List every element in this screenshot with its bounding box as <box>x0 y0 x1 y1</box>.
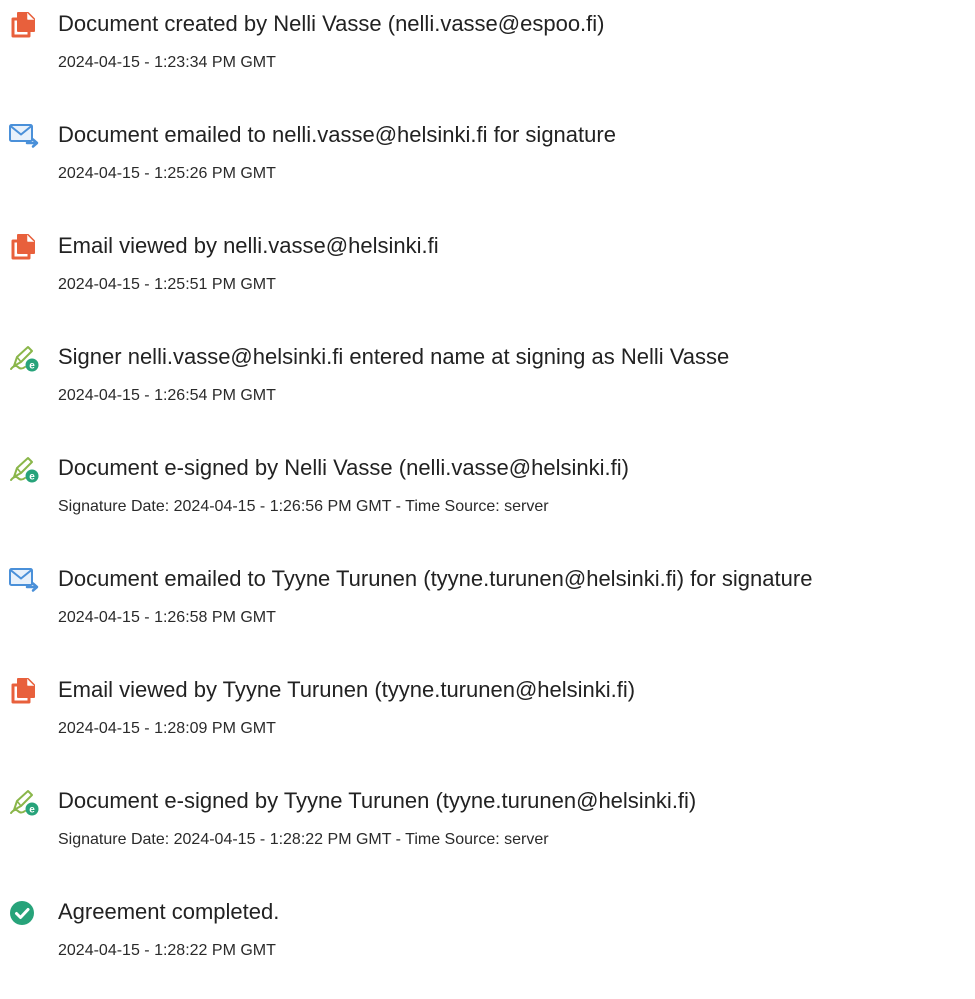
event-timestamp: 2024-04-15 - 1:26:58 PM GMT <box>58 609 276 626</box>
event-title: Document e-signed by Tyyne Turunen (tyyn… <box>58 788 697 813</box>
event-signature-date: Signature Date: 2024-04-15 - 1:28:22 PM … <box>58 831 549 848</box>
event-title: Document created by Nelli Vasse (nelli.v… <box>58 11 605 36</box>
event-timestamp: 2024-04-15 - 1:25:51 PM GMT <box>58 276 276 293</box>
audit-event: Document emailed to nelli.vasse@helsinki… <box>8 111 975 222</box>
svg-text:e: e <box>29 805 35 816</box>
audit-event: Email viewed by Tyyne Turunen (tyyne.tur… <box>8 666 975 777</box>
event-timestamp: 2024-04-15 - 1:25:26 PM GMT <box>58 165 276 182</box>
event-title: Document emailed to Tyyne Turunen (tyyne… <box>58 566 813 591</box>
event-title: Document e-signed by Nelli Vasse (nelli.… <box>58 455 629 480</box>
audit-event: e Signer nelli.vasse@helsinki.fi entered… <box>8 333 975 444</box>
svg-text:e: e <box>29 361 35 372</box>
email-send-icon <box>8 121 44 151</box>
e-sign-pen-icon: e <box>8 454 44 484</box>
email-send-icon <box>8 565 44 595</box>
event-title: Agreement completed. <box>58 899 280 924</box>
event-timestamp: 2024-04-15 - 1:28:09 PM GMT <box>58 720 276 737</box>
audit-event: Document created by Nelli Vasse (nelli.v… <box>8 0 975 111</box>
e-sign-pen-icon: e <box>8 343 44 373</box>
svg-text:e: e <box>29 472 35 483</box>
audit-event: Email viewed by nelli.vasse@helsinki.fi … <box>8 222 975 333</box>
event-timestamp: 2024-04-15 - 1:28:22 PM GMT <box>58 942 276 959</box>
event-title: Email viewed by Tyyne Turunen (tyyne.tur… <box>58 677 636 702</box>
event-title: Document emailed to nelli.vasse@helsinki… <box>58 122 616 147</box>
audit-event: Document emailed to Tyyne Turunen (tyyne… <box>8 555 975 666</box>
audit-trail-list: Document created by Nelli Vasse (nelli.v… <box>8 0 975 999</box>
event-timestamp: 2024-04-15 - 1:23:34 PM GMT <box>58 54 276 71</box>
event-signature-date: Signature Date: 2024-04-15 - 1:26:56 PM … <box>58 498 549 515</box>
audit-event: e Document e-signed by Tyyne Turunen (ty… <box>8 777 975 888</box>
audit-event: Agreement completed. 2024-04-15 - 1:28:2… <box>8 888 975 999</box>
event-timestamp: 2024-04-15 - 1:26:54 PM GMT <box>58 387 276 404</box>
event-title: Signer nelli.vasse@helsinki.fi entered n… <box>58 344 730 369</box>
document-icon <box>8 232 44 262</box>
audit-event: e Document e-signed by Nelli Vasse (nell… <box>8 444 975 555</box>
e-sign-pen-icon: e <box>8 787 44 817</box>
document-icon <box>8 10 44 40</box>
document-icon <box>8 676 44 706</box>
check-circle-icon <box>8 898 44 928</box>
event-title: Email viewed by nelli.vasse@helsinki.fi <box>58 233 439 258</box>
